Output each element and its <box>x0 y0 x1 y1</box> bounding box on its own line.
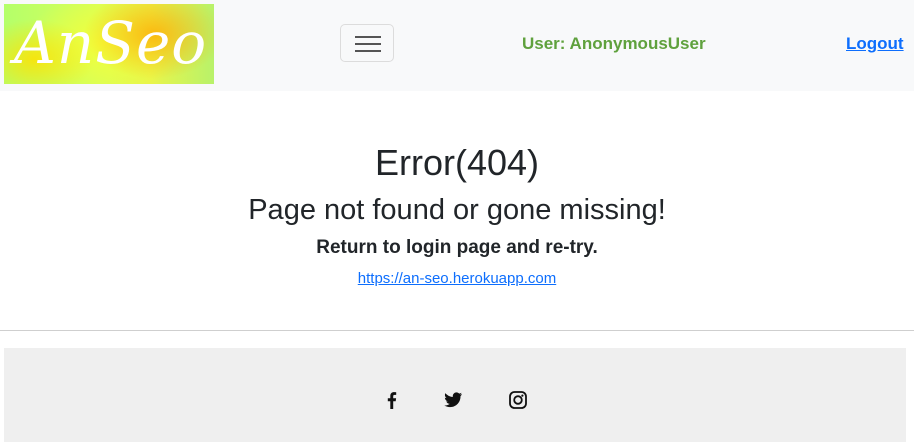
error-hint: Return to login page and re-try. <box>316 237 598 258</box>
error-subtitle: Page not found or gone missing! <box>248 194 666 226</box>
hamburger-menu-icon <box>355 50 381 52</box>
logout-link[interactable]: Logout <box>846 34 904 54</box>
home-link-container: https://an-seo.herokuapp.com <box>0 269 914 289</box>
instagram-link[interactable] <box>506 390 530 410</box>
error-title: Error(404) <box>374 142 540 183</box>
content-divider <box>0 330 914 331</box>
brand-logo-text: AnSeo <box>14 9 208 77</box>
home-url-link[interactable]: https://an-seo.herokuapp.com <box>358 270 556 287</box>
navbar-toggler-button[interactable] <box>340 24 394 62</box>
instagram-icon <box>509 391 527 409</box>
hamburger-menu-icon <box>355 43 381 45</box>
twitter-icon <box>444 392 462 408</box>
hamburger-menu-icon <box>355 36 381 38</box>
twitter-link[interactable] <box>441 390 465 410</box>
facebook-icon <box>387 392 397 409</box>
page-footer <box>4 348 906 442</box>
facebook-link[interactable] <box>380 390 404 410</box>
brand-logo-link[interactable]: AnSeo <box>4 4 214 84</box>
top-navbar: AnSeo User: AnonymousUser Logout <box>0 0 914 91</box>
current-user-label: User: AnonymousUser <box>522 34 706 53</box>
